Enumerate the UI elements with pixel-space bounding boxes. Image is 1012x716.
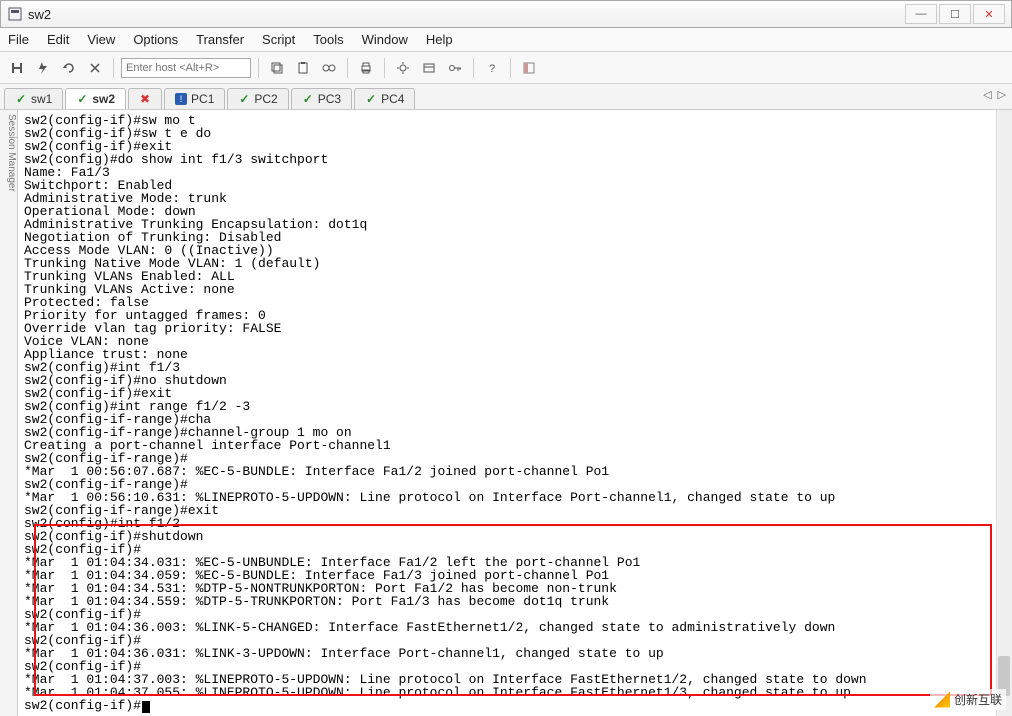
tab-label: sw2 (92, 92, 115, 106)
menu-options[interactable]: Options (133, 32, 178, 47)
maximize-button[interactable]: ☐ (939, 4, 971, 24)
tab-label: PC4 (381, 92, 404, 106)
titlebar: sw2 — ☐ ✕ (0, 0, 1012, 28)
check-icon: ✓ (76, 93, 88, 105)
menu-script[interactable]: Script (262, 32, 295, 47)
terminal-panel[interactable]: sw2(config-if)#sw mo t sw2(config-if)#sw… (18, 110, 1012, 716)
menu-transfer[interactable]: Transfer (196, 32, 244, 47)
menu-help[interactable]: Help (426, 32, 453, 47)
watermark-logo-icon (934, 692, 950, 708)
paste-icon[interactable] (292, 57, 314, 79)
quick-connect-icon[interactable] (32, 57, 54, 79)
check-icon: ✓ (238, 93, 250, 105)
tab-label: PC1 (191, 92, 214, 106)
key-icon[interactable] (444, 57, 466, 79)
menu-file[interactable]: File (8, 32, 29, 47)
session-tab-PC4[interactable]: ✓ PC4 (354, 88, 415, 109)
session-manager-sidebar[interactable]: Session Manager (0, 110, 18, 716)
print-icon[interactable] (355, 57, 377, 79)
minimize-button[interactable]: — (905, 4, 937, 24)
menu-tools[interactable]: Tools (313, 32, 343, 47)
session-tab-blank[interactable]: ✖ (128, 88, 162, 109)
menu-view[interactable]: View (87, 32, 115, 47)
toolbar: ? (0, 52, 1012, 84)
window-title: sw2 (28, 7, 905, 22)
menu-edit[interactable]: Edit (47, 32, 69, 47)
session-tabbar: ✓ sw1 ✓ sw2 ✖! PC1 ✓ PC2 ✓ PC3 ✓ PC4 ◁ ▷ (0, 84, 1012, 110)
tab-scroll-left[interactable]: ◁ (983, 88, 991, 101)
connect-icon[interactable] (6, 57, 28, 79)
warning-icon: ! (175, 93, 187, 105)
help-icon[interactable]: ? (481, 57, 503, 79)
check-icon: ✓ (365, 93, 377, 105)
settings-icon[interactable] (392, 57, 414, 79)
menubar: File Edit View Options Transfer Script T… (0, 28, 1012, 52)
terminal-output: sw2(config-if)#sw mo t sw2(config-if)#sw… (18, 110, 996, 716)
x-icon: ✖ (139, 93, 151, 105)
find-icon[interactable] (318, 57, 340, 79)
tab-label: PC2 (254, 92, 277, 106)
session-tab-sw1[interactable]: ✓ sw1 (4, 88, 63, 109)
menu-window[interactable]: Window (362, 32, 408, 47)
reconnect-icon[interactable] (58, 57, 80, 79)
svg-text:?: ? (489, 63, 495, 75)
check-icon: ✓ (302, 93, 314, 105)
close-button[interactable]: ✕ (973, 4, 1005, 24)
session-tab-PC1[interactable]: ! PC1 (164, 88, 225, 109)
app-icon (7, 6, 23, 22)
session-tab-PC3[interactable]: ✓ PC3 (291, 88, 352, 109)
watermark-text: 创新互联 (954, 691, 1002, 708)
main-area: Session Manager sw2(config-if)#sw mo t s… (0, 110, 1012, 716)
copy-icon[interactable] (266, 57, 288, 79)
tab-scroll-right[interactable]: ▷ (998, 88, 1006, 101)
session-options-icon[interactable] (418, 57, 440, 79)
tab-label: PC3 (318, 92, 341, 106)
tab-label: sw1 (31, 92, 52, 106)
host-input[interactable] (121, 58, 251, 78)
session-tab-sw2[interactable]: ✓ sw2 (65, 88, 126, 109)
check-icon: ✓ (15, 93, 27, 105)
watermark: 创新互联 (930, 689, 1006, 710)
scrollbar[interactable] (996, 110, 1012, 716)
session-tab-PC2[interactable]: ✓ PC2 (227, 88, 288, 109)
toggle-panel-icon[interactable] (518, 57, 540, 79)
disconnect-icon[interactable] (84, 57, 106, 79)
